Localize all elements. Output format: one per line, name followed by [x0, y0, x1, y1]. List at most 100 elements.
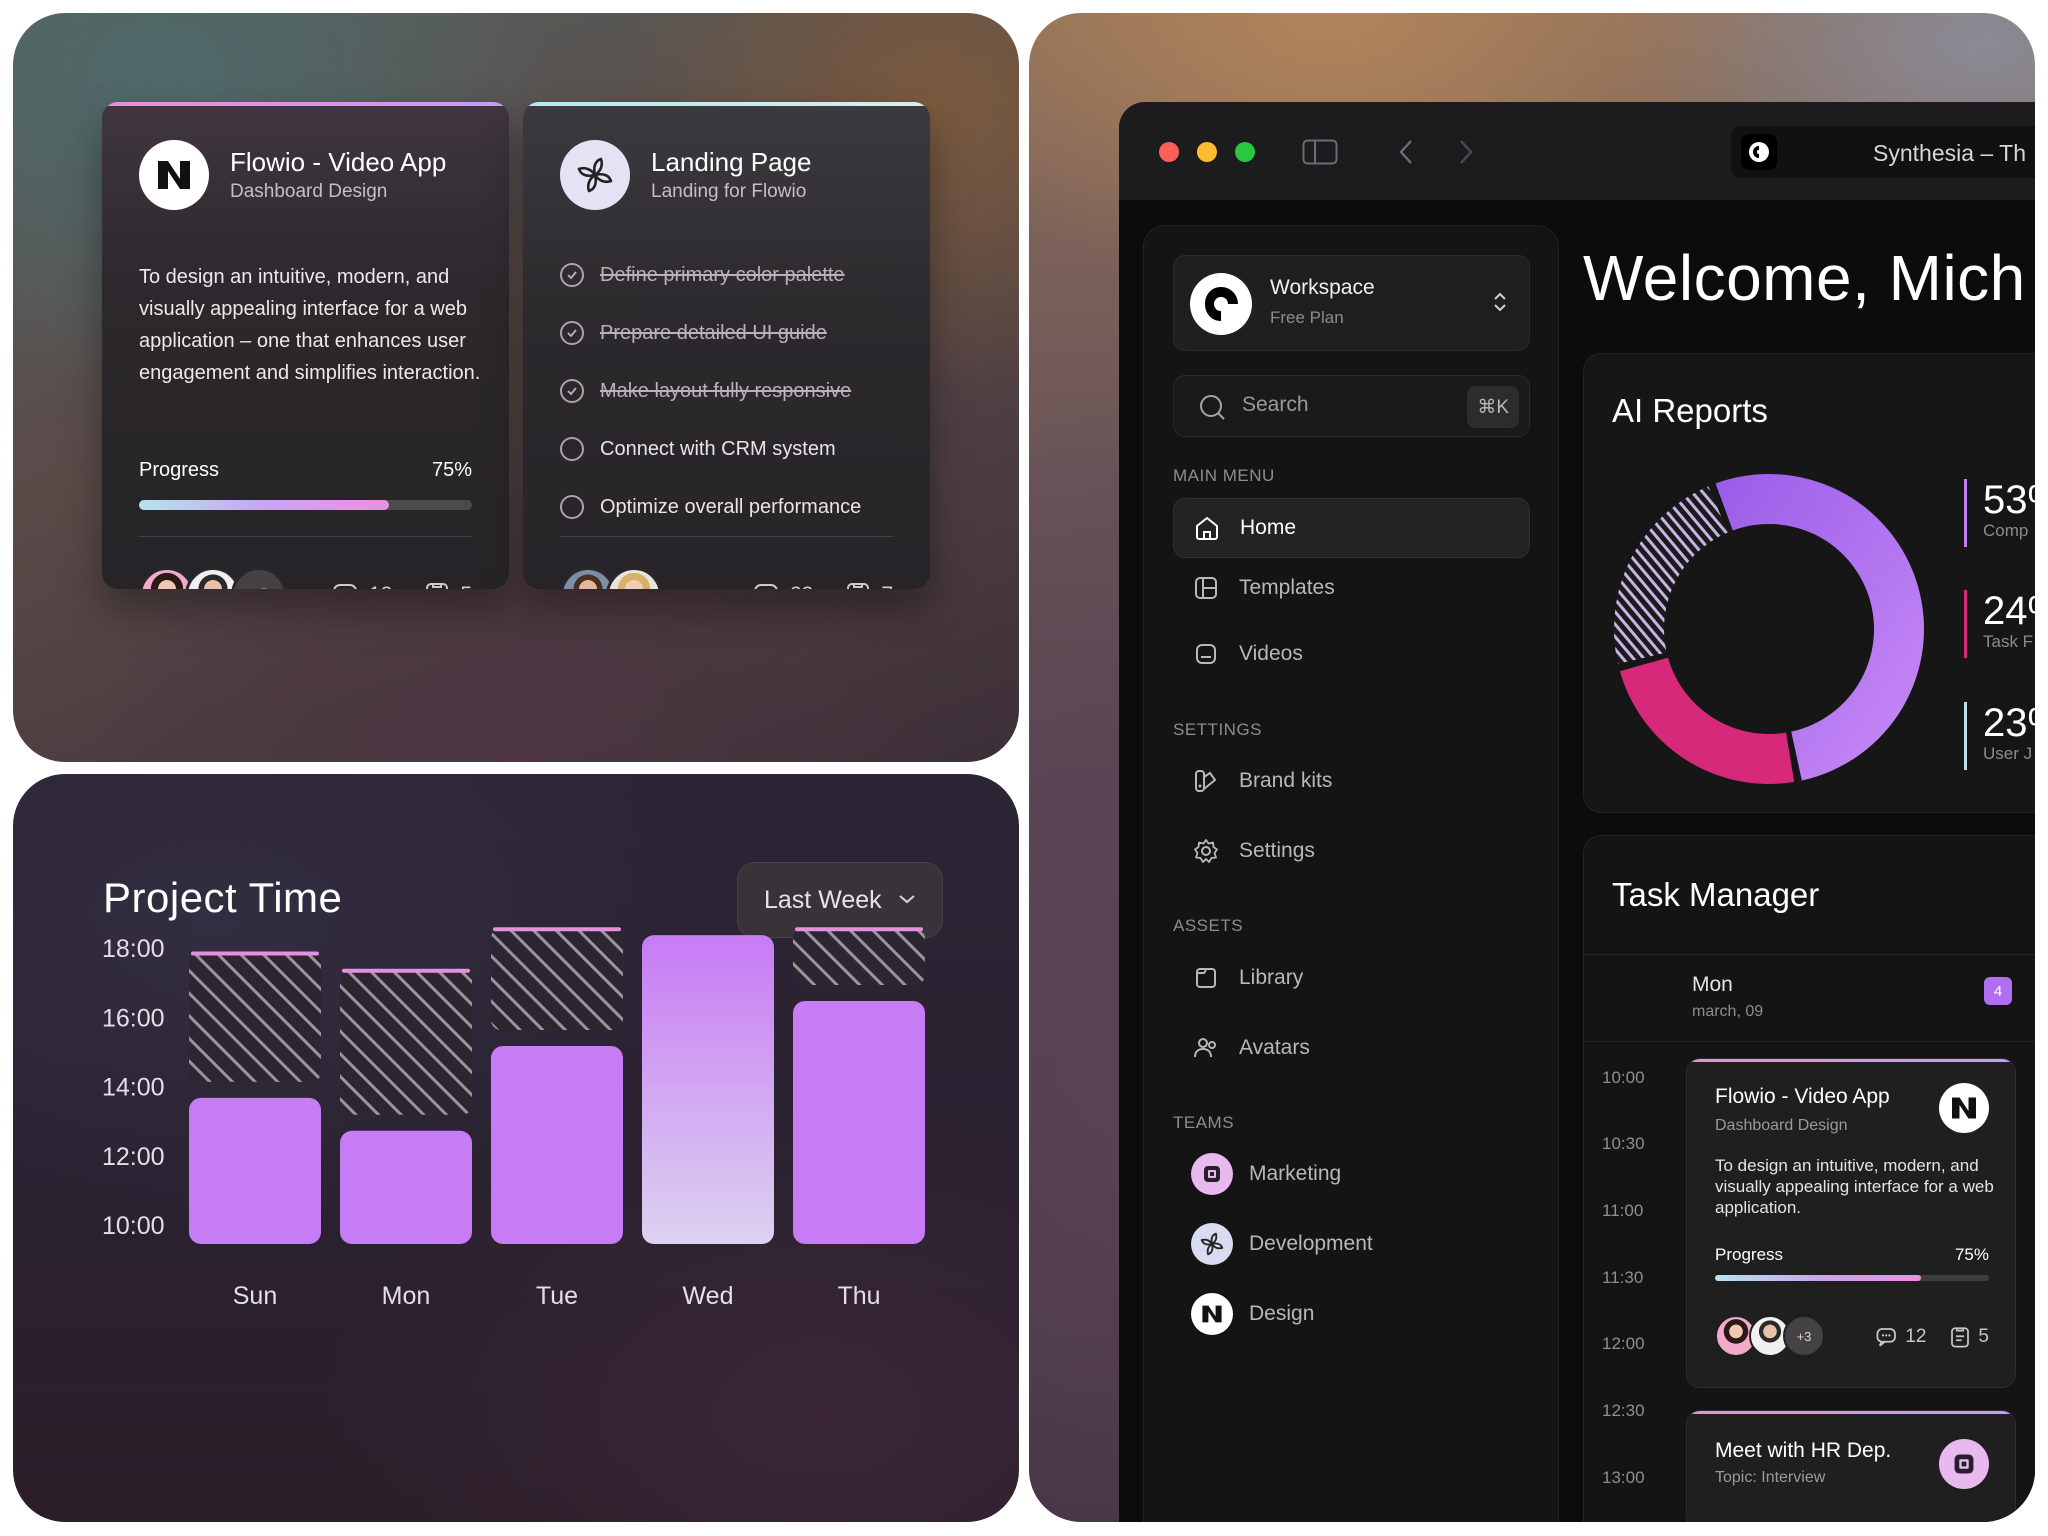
- avatar-group[interactable]: [560, 567, 662, 589]
- app-window: Synthesia – Th Workspace Free Plan Searc…: [1119, 102, 2035, 1522]
- browser-tab[interactable]: Synthesia – Th: [1731, 126, 2035, 178]
- project-card-landing[interactable]: Landing Page Landing for Flowio Define p…: [523, 102, 930, 589]
- marketing-team-icon: [1939, 1439, 1989, 1489]
- sidebar-item-label: Marketing: [1249, 1162, 1342, 1185]
- minimize-window-button[interactable]: [1197, 142, 1217, 162]
- pinwheel-logo: [560, 140, 630, 210]
- teams-heading: TEAMS: [1173, 1113, 1235, 1132]
- sidebar-item-label: Avatars: [1239, 1036, 1310, 1059]
- avatar-group[interactable]: +3: [1715, 1315, 1825, 1357]
- tasks-count: 5: [460, 583, 472, 589]
- bar-remaining: [189, 952, 321, 1082]
- welcome-heading: Welcome, Mich: [1583, 242, 2026, 314]
- y-tick-label: 14:00: [102, 1074, 165, 1102]
- maximize-window-button[interactable]: [1235, 142, 1255, 162]
- design-team-icon: [1191, 1293, 1233, 1335]
- event-card-flowio[interactable]: Flowio - Video App Dashboard Design To d…: [1686, 1058, 2016, 1388]
- back-arrow-icon[interactable]: [1397, 138, 1415, 166]
- progress-bar: [1715, 1275, 1989, 1281]
- progress-fill: [1715, 1275, 1921, 1281]
- sidebar-item-brand-kits[interactable]: Brand kits: [1173, 751, 1530, 811]
- checked-circle-icon[interactable]: [560, 379, 584, 403]
- comments-count: 23: [790, 583, 813, 589]
- card-title: Landing Page: [651, 147, 812, 177]
- time-label: 10:00: [1602, 1068, 1645, 1087]
- bar-mon[interactable]: [340, 1130, 472, 1244]
- project-card-flowio[interactable]: Flowio - Video App Dashboard Design To d…: [102, 102, 509, 589]
- close-window-button[interactable]: [1159, 142, 1179, 162]
- bar-wed[interactable]: [642, 935, 774, 1244]
- bar-thu[interactable]: [793, 1000, 925, 1244]
- project-cards-panel: Flowio - Video App Dashboard Design To d…: [13, 13, 1019, 762]
- progress-value: 75%: [1954, 1245, 1989, 1264]
- sidebar-item-development[interactable]: Development: [1173, 1214, 1530, 1274]
- todo-item[interactable]: Optimize overall performance: [560, 495, 861, 519]
- checked-circle-icon[interactable]: [560, 321, 584, 345]
- tasks-icon: [426, 583, 449, 589]
- workspace-switcher[interactable]: Workspace Free Plan: [1173, 255, 1530, 351]
- templates-icon: [1191, 573, 1221, 603]
- sidebar-item-settings[interactable]: Settings: [1173, 821, 1530, 881]
- card-subtitle: Landing for Flowio: [651, 181, 807, 202]
- comments-icon: [1876, 1328, 1897, 1347]
- checked-circle-icon[interactable]: [560, 263, 584, 287]
- bar-remaining: [793, 928, 925, 985]
- ai-reports-title: AI Reports: [1612, 392, 1768, 429]
- todo-item[interactable]: Connect with CRM system: [560, 437, 836, 461]
- avatar-group[interactable]: +3: [139, 567, 287, 589]
- avatar-more-count: +3: [231, 567, 287, 589]
- card-stats: 23 7: [752, 580, 893, 589]
- workspace-name: Workspace: [1270, 276, 1375, 299]
- event-title: Flowio - Video App: [1715, 1085, 1890, 1108]
- card-description: To design an intuitive, modern, and visu…: [139, 266, 481, 384]
- sidebar-item-avatars[interactable]: Avatars: [1173, 1018, 1530, 1078]
- bar-tue[interactable]: [491, 1045, 623, 1244]
- development-team-icon: [1191, 1223, 1233, 1265]
- event-stats: 12 5: [1875, 1325, 1989, 1349]
- sidebar-item-videos[interactable]: Videos: [1173, 624, 1530, 684]
- sidebar-item-marketing[interactable]: Marketing: [1173, 1144, 1530, 1204]
- sidebar-toggle-icon[interactable]: [1302, 139, 1338, 165]
- donut-segment[interactable]: [1614, 486, 1728, 664]
- day-date: march, 09: [1692, 1003, 1764, 1020]
- sidebar-item-library[interactable]: Library: [1173, 948, 1530, 1008]
- event-card-hr-meeting[interactable]: Meet with HR Dep. Topic: Interview: [1686, 1410, 2016, 1522]
- sidebar-item-home[interactable]: Home: [1173, 498, 1530, 558]
- event-description: To design an intuitive, modern, and visu…: [1715, 1156, 1994, 1217]
- comments-icon: [754, 584, 778, 589]
- todo-text: Prepare detailed UI guide: [600, 321, 827, 344]
- assets-heading: ASSETS: [1173, 916, 1244, 935]
- search-icon: [1200, 395, 1225, 420]
- sidebar-item-design[interactable]: Design: [1173, 1284, 1530, 1344]
- ai-stat-value: 53%: [1983, 478, 2035, 522]
- time-label: 11:30: [1602, 1268, 1644, 1287]
- ai-reports-card[interactable]: AI Reports 53%: [1583, 353, 2035, 813]
- sidebar-item-templates[interactable]: Templates: [1173, 558, 1530, 618]
- bar-sun[interactable]: [189, 1097, 321, 1244]
- synthesia-logo-icon: [1741, 134, 1777, 170]
- event-title: Meet with HR Dep.: [1715, 1439, 1892, 1462]
- x-category-label: Thu: [837, 1282, 880, 1310]
- forward-arrow-icon[interactable]: [1457, 138, 1475, 166]
- time-label: 11:00: [1602, 1201, 1644, 1220]
- card-stats: 12 5: [331, 580, 472, 589]
- todo-item[interactable]: Define primary color palette: [560, 263, 845, 287]
- sidebar-item-label: Brand kits: [1239, 769, 1333, 792]
- donut-segment[interactable]: [1619, 657, 1795, 784]
- search-placeholder: Search: [1242, 393, 1309, 416]
- avatar-more-count: +3: [1783, 1315, 1825, 1357]
- ai-stat-label: Comp: [1983, 521, 2029, 540]
- search-shortcut: ⌘K: [1467, 386, 1519, 428]
- bar-cap: [342, 968, 470, 973]
- ai-stat-value: 23%: [1983, 701, 2035, 745]
- todo-item[interactable]: Make layout fully responsive: [560, 379, 851, 403]
- search-input[interactable]: Search ⌘K: [1173, 375, 1530, 437]
- empty-circle-icon[interactable]: [560, 495, 584, 519]
- empty-circle-icon[interactable]: [560, 437, 584, 461]
- tab-title: Synthesia – Th: [1873, 140, 2027, 166]
- x-category-label: Tue: [536, 1282, 578, 1310]
- brand-kits-icon: [1191, 766, 1221, 796]
- todo-item[interactable]: Prepare detailed UI guide: [560, 321, 827, 345]
- bar-remaining: [491, 928, 623, 1030]
- day-header[interactable]: Mon march, 09 4: [1584, 954, 2035, 1042]
